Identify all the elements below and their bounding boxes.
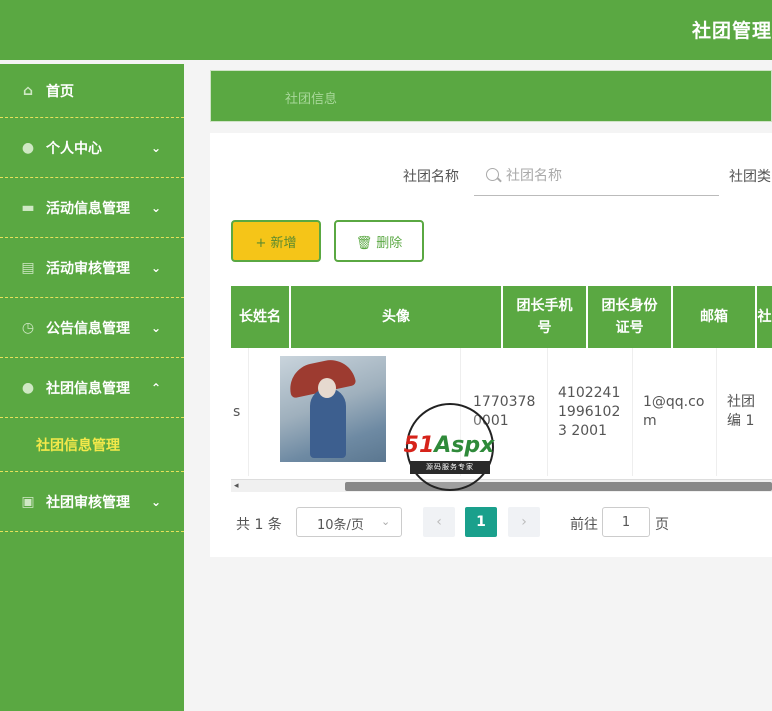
sidebar-item-announcement[interactable]: ◷ 公告信息管理 ⌄ (0, 298, 184, 358)
column-header-phone: 团长手机号 (503, 286, 588, 348)
column-header-leader-name: 长姓名 (231, 286, 291, 348)
briefcase-icon: ▬ (21, 199, 35, 216)
search-type-label: 社团类 (729, 169, 771, 185)
page-size-value: 10条/页 (317, 518, 364, 533)
page-number-1[interactable]: 1 (465, 507, 497, 537)
sidebar-item-activity-review[interactable]: ▤ 活动审核管理 ⌄ (0, 238, 184, 298)
document-icon: ▤ (21, 259, 35, 276)
delete-button-label: 删除 (376, 235, 403, 251)
search-input[interactable] (506, 165, 706, 187)
chevron-down-icon: ⌄ (150, 320, 162, 335)
breadcrumb: 社团信息 (210, 70, 772, 122)
sidebar-item-label: 公告信息管理 (46, 320, 130, 337)
chevron-down-icon: ⌄ (150, 494, 162, 509)
sidebar-subitem-club-info[interactable]: 社团信息管理 (0, 418, 184, 472)
top-bar: 社团管理 (0, 0, 772, 60)
app-title: 社团管理 (692, 20, 772, 42)
prev-page-button[interactable]: ‹ (423, 507, 455, 537)
sidebar-item-label: 个人中心 (46, 140, 102, 157)
sidebar-item-label: 社团信息管理 (46, 380, 130, 397)
main-panel: 社团名称 社团类 +新增 🗑删除 长姓名 头像 团长手机号 团长身份证号 邮箱 … (210, 133, 772, 557)
sidebar-item-label: 首页 (46, 83, 74, 100)
sidebar-item-club-info[interactable]: ● 社团信息管理 ⌃ (0, 358, 184, 418)
user-icon: ● (21, 379, 35, 396)
sidebar-subitem-label: 社团信息管理 (36, 437, 120, 454)
search-label: 社团名称 (403, 169, 459, 185)
column-header-id-number: 团长身份证号 (588, 286, 673, 348)
cell-extra: 社团编 1 (727, 394, 755, 429)
search-icon (486, 168, 499, 181)
cell-email: 1@qq.com (633, 348, 717, 476)
chevron-down-icon: ⌄ (150, 140, 162, 155)
pager-total: 共 1 条 (236, 517, 282, 533)
add-button[interactable]: + 新增 (231, 220, 321, 262)
goto-label: 前往 (570, 517, 598, 533)
add-button-label: 新增 (270, 235, 297, 251)
sidebar-item-label: 社团审核管理 (46, 494, 130, 511)
next-page-button[interactable]: › (508, 507, 540, 537)
chevron-down-icon: ⌄ (381, 515, 391, 528)
plus-icon: + (255, 235, 267, 251)
trash-icon: 🗑 (355, 235, 373, 251)
column-header-avatar: 头像 (291, 286, 503, 348)
chevron-up-icon: ⌃ (150, 380, 162, 395)
watermark-brand-green: Aspx (434, 433, 495, 458)
goto-unit: 页 (655, 517, 669, 533)
goto-page-input[interactable] (602, 507, 650, 537)
avatar (280, 355, 386, 462)
chevron-down-icon: ⌄ (150, 260, 162, 275)
table-header: 长姓名 头像 团长手机号 团长身份证号 邮箱 社 (231, 286, 772, 348)
home-icon: ⌂ (22, 82, 34, 99)
watermark-logo: 51Aspx 源码服务专家 (388, 403, 510, 493)
watermark-tagline: 源码服务专家 (410, 461, 490, 474)
cell-id-number: 410224119961023 2001 (548, 348, 633, 476)
user-icon: ● (21, 139, 35, 156)
sidebar-item-label: 活动信息管理 (46, 200, 130, 217)
watermark-brand-red: 51 (403, 433, 435, 458)
clock-icon: ◷ (21, 319, 35, 336)
page-size-select[interactable]: 10条/页 ⌄ (296, 507, 402, 537)
cell-leader-name: s (231, 348, 249, 476)
sidebar-item-club-review[interactable]: ▣ 社团审核管理 ⌄ (0, 472, 184, 532)
chevron-down-icon: ⌄ (150, 200, 162, 215)
sidebar-item-activity-info[interactable]: ▬ 活动信息管理 ⌄ (0, 178, 184, 238)
sidebar-item-home[interactable]: ⌂ 首页 (0, 64, 184, 118)
column-header-email: 邮箱 (673, 286, 757, 348)
breadcrumb-current: 社团信息 (285, 92, 338, 107)
column-header-extra: 社 (757, 309, 772, 325)
delete-button[interactable]: 🗑 删除 (334, 220, 424, 262)
sidebar: ⌂ 首页 ● 个人中心 ⌄ ▬ 活动信息管理 ⌄ ▤ 活动审核管理 ⌄ ◷ 公告… (0, 64, 184, 711)
search-field (474, 158, 719, 196)
scroll-left-icon[interactable]: ◂ (234, 481, 239, 491)
sidebar-item-label: 活动审核管理 (46, 260, 130, 277)
sidebar-item-profile[interactable]: ● 个人中心 ⌄ (0, 118, 184, 178)
chart-icon: ▣ (21, 493, 35, 510)
